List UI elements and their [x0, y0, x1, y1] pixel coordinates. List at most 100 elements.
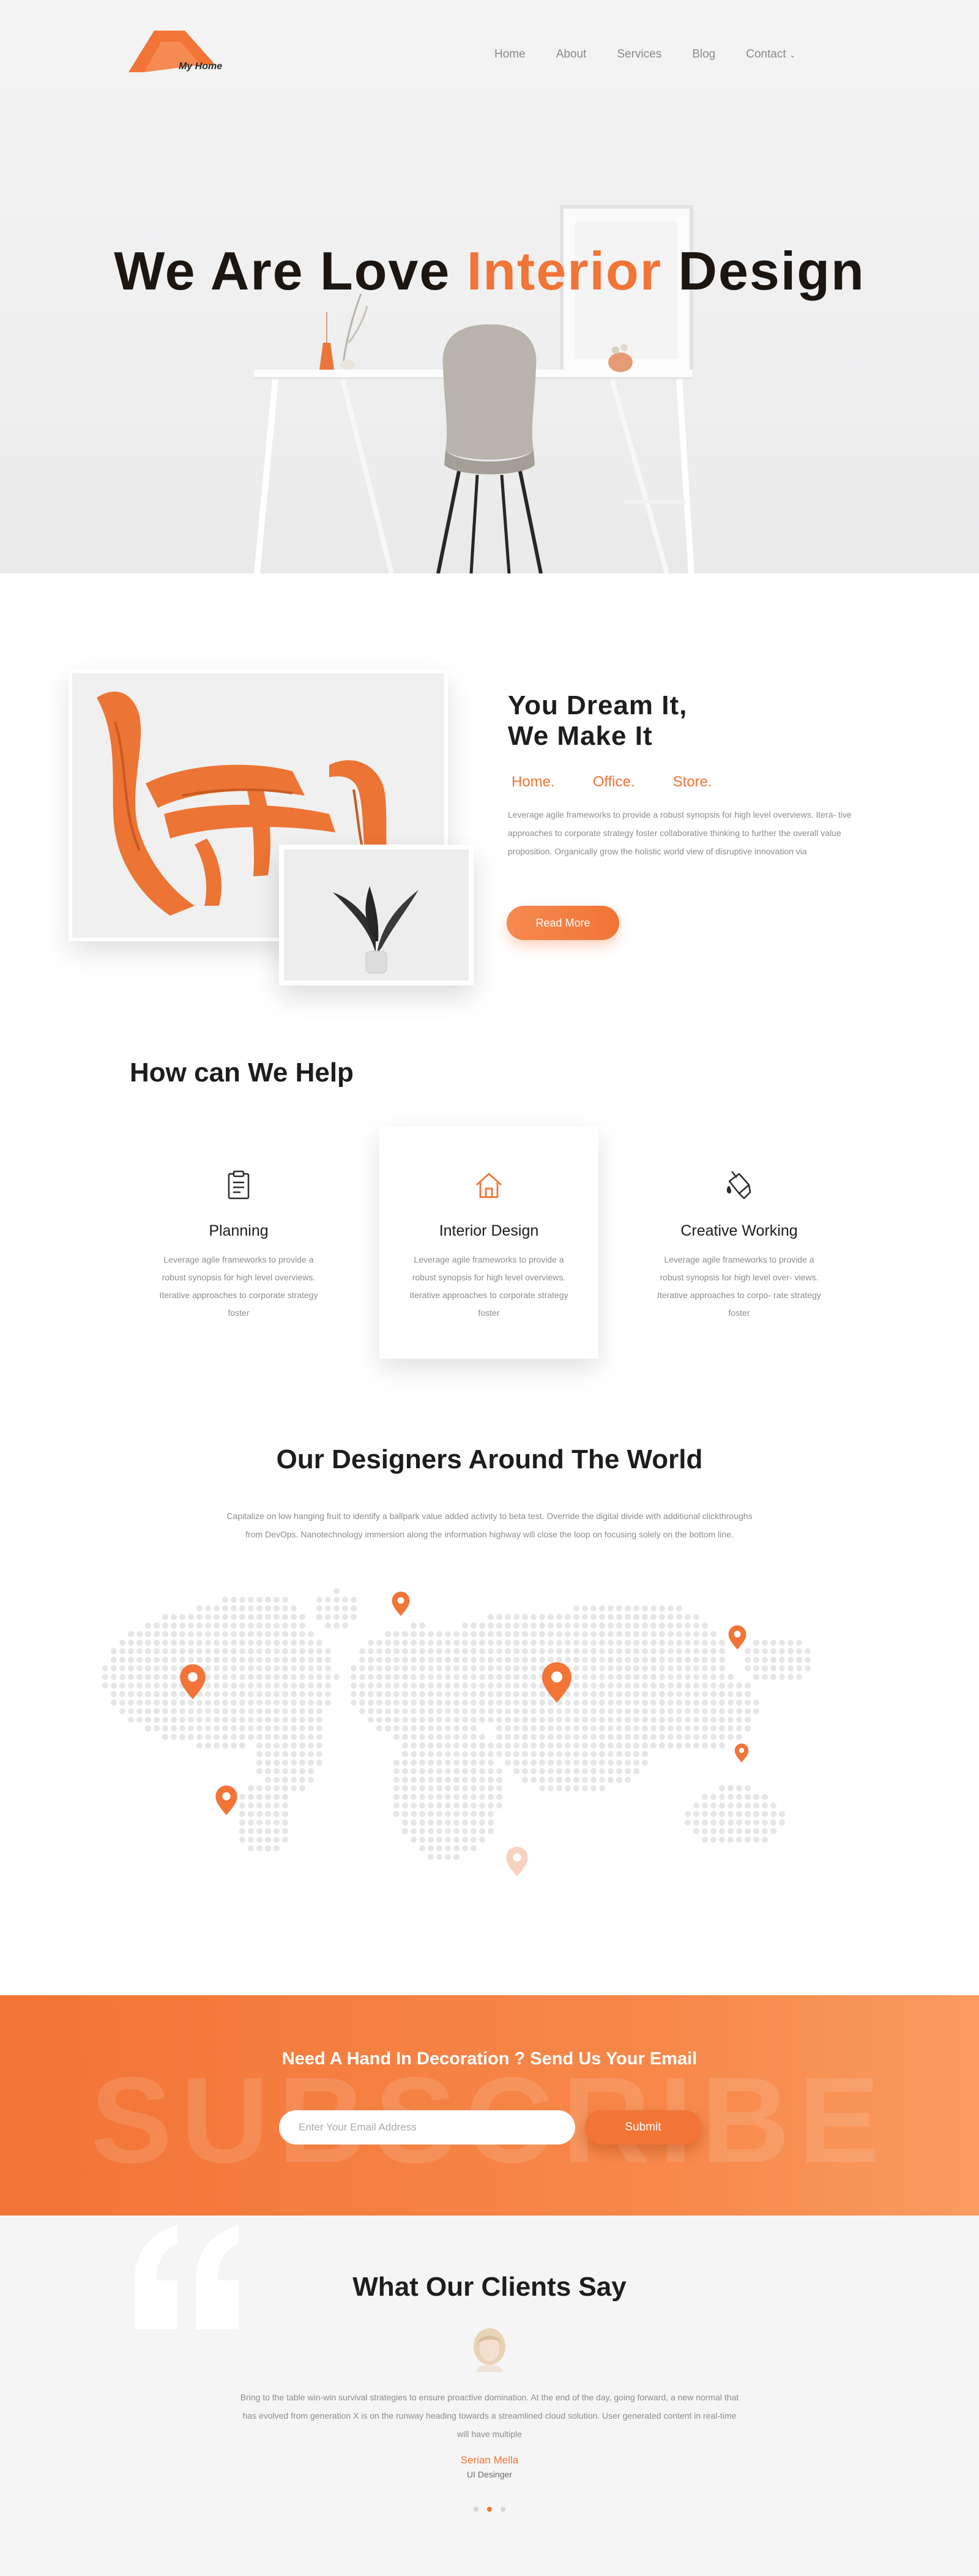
- slider-dot[interactable]: [501, 2507, 505, 2512]
- map-dot: [582, 1657, 588, 1663]
- map-dot: [436, 1742, 442, 1749]
- slider-dot[interactable]: [487, 2507, 492, 2512]
- map-dot: [539, 1760, 545, 1766]
- map-dot: [668, 1640, 674, 1646]
- location-pin-icon[interactable]: [728, 1625, 746, 1650]
- nav-blog[interactable]: Blog: [692, 48, 715, 61]
- map-dot: [590, 1605, 597, 1611]
- map-dot: [573, 1605, 579, 1611]
- dotted-world-map: [102, 1588, 811, 1876]
- map-dot: [530, 1760, 537, 1766]
- map-dot: [513, 1725, 519, 1731]
- map-dot: [119, 1665, 125, 1671]
- map-dot: [205, 1657, 211, 1663]
- map-dot: [316, 1640, 322, 1646]
- location-pin-icon[interactable]: [215, 1785, 237, 1815]
- map-dot: [650, 1605, 657, 1611]
- submit-button[interactable]: Submit: [585, 2110, 701, 2145]
- service-creative-working[interactable]: Creative Working Leverage agile framewor…: [647, 1169, 831, 1322]
- slider-dot[interactable]: [474, 2507, 478, 2512]
- map-dot: [693, 1674, 699, 1680]
- map-dot: [770, 1657, 776, 1663]
- map-dot: [411, 1640, 417, 1646]
- map-dot: [582, 1708, 588, 1714]
- nav-services[interactable]: Services: [617, 48, 661, 61]
- email-field[interactable]: [279, 2110, 575, 2145]
- map-dot: [565, 1631, 571, 1637]
- map-dot: [676, 1622, 682, 1629]
- map-dot: [513, 1751, 519, 1757]
- map-dot: [548, 1648, 554, 1654]
- location-pin-icon[interactable]: [392, 1591, 410, 1616]
- map-dot: [633, 1768, 639, 1774]
- map-dot: [530, 1640, 537, 1646]
- map-dot: [179, 1614, 185, 1620]
- map-dot: [753, 1708, 759, 1714]
- map-dot: [231, 1657, 237, 1663]
- map-dot: [522, 1777, 528, 1783]
- map-dot: [488, 1691, 494, 1697]
- map-dot: [179, 1700, 185, 1706]
- map-dot: [453, 1640, 460, 1646]
- map-dot: [702, 1691, 708, 1697]
- map-dot: [128, 1657, 134, 1663]
- nav-contact[interactable]: Contact ⌄: [746, 48, 796, 61]
- map-dot: [351, 1691, 357, 1697]
- map-dot: [462, 1802, 468, 1809]
- map-dot: [171, 1640, 177, 1646]
- about-title: You Dream It, We Make It: [508, 690, 687, 752]
- map-dot: [728, 1691, 734, 1697]
- map-dot: [642, 1700, 648, 1706]
- nav-home[interactable]: Home: [494, 48, 526, 61]
- read-more-button[interactable]: Read More: [507, 906, 619, 940]
- map-dot: [445, 1657, 451, 1663]
- map-dot: [530, 1682, 537, 1689]
- nav-about[interactable]: About: [556, 48, 587, 61]
- map-dot: [428, 1648, 434, 1654]
- map-dot: [453, 1682, 460, 1689]
- map-dot: [513, 1648, 519, 1654]
- map-dot: [616, 1734, 622, 1740]
- clipboard-icon: [228, 1170, 250, 1200]
- map-dot: [436, 1811, 442, 1817]
- map-dot: [719, 1682, 725, 1689]
- map-dot: [274, 1657, 280, 1663]
- map-dot: [188, 1734, 194, 1740]
- map-dot: [205, 1622, 211, 1629]
- map-dot: [659, 1657, 665, 1663]
- map-dot: [530, 1622, 537, 1629]
- map-dot: [351, 1700, 357, 1706]
- map-dot: [196, 1640, 203, 1646]
- map-dot: [256, 1657, 262, 1663]
- map-dot: [308, 1691, 314, 1697]
- map-dot: [728, 1785, 734, 1791]
- service-planning[interactable]: Planning Leverage agile frameworks to pr…: [147, 1169, 330, 1322]
- map-dot: [248, 1665, 254, 1671]
- logo[interactable]: My Home: [128, 31, 251, 80]
- map-dot: [282, 1760, 288, 1766]
- map-dot: [179, 1640, 185, 1646]
- map-dot: [650, 1708, 657, 1714]
- map-dot: [119, 1708, 125, 1714]
- map-dot: [633, 1691, 639, 1697]
- about-title-line2: We Make It: [508, 721, 653, 751]
- map-dot: [445, 1802, 451, 1809]
- house-icon: [476, 1173, 502, 1198]
- map-dot: [453, 1854, 460, 1860]
- map-dot: [265, 1605, 271, 1611]
- location-pin-icon[interactable]: [506, 1846, 528, 1876]
- map-dot: [539, 1614, 545, 1620]
- map-dot: [282, 1665, 288, 1671]
- map-dot: [565, 1777, 571, 1783]
- location-pin-icon[interactable]: [734, 1743, 749, 1763]
- map-dot: [162, 1674, 168, 1680]
- map-dot: [496, 1700, 502, 1706]
- map-dot: [428, 1845, 434, 1851]
- map-dot: [548, 1622, 554, 1629]
- map-dot: [573, 1742, 579, 1749]
- map-dot: [248, 1597, 254, 1603]
- map-dot: [719, 1657, 725, 1663]
- map-dot: [256, 1665, 262, 1671]
- service-interior-design[interactable]: Interior Design Leverage agile framework…: [397, 1169, 581, 1322]
- map-dot: [419, 1708, 425, 1714]
